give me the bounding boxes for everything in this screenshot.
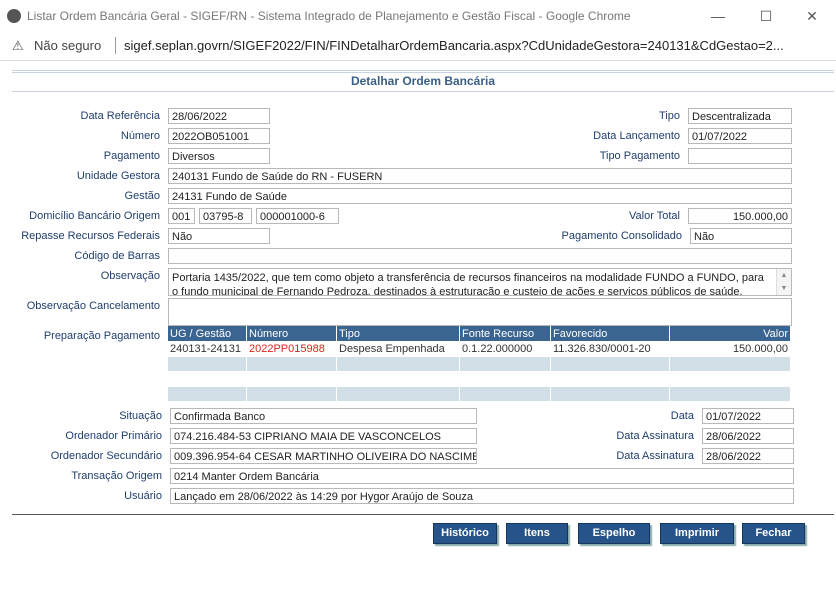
unidade-gestora-label: Unidade Gestora: [76, 170, 160, 182]
cell-ug: 240131-24131: [168, 341, 247, 357]
domicilio-conta-field[interactable]: 000001000-6: [256, 208, 339, 224]
data-assinatura-1-field[interactable]: 28/06/2022: [702, 428, 794, 444]
cell-numero-link[interactable]: 2022PP015988: [246, 341, 337, 357]
pagamento-label: Pagamento: [103, 150, 160, 162]
fechar-button[interactable]: Fechar: [742, 523, 805, 544]
situacao-field[interactable]: Confirmada Banco: [170, 408, 477, 424]
cell-tipo: Despesa Empenhada: [336, 341, 460, 357]
address-divider: [115, 37, 116, 54]
url-text[interactable]: sigef.seplan.govrn/SIGEF2022/FIN/FINDeta…: [124, 38, 784, 53]
valor-total-field[interactable]: 150.000,00: [688, 208, 792, 224]
observacao-scrollbar[interactable]: ▲ ▼: [776, 269, 791, 295]
data-assinatura-2-label: Data Assinatura: [616, 450, 694, 462]
espelho-button[interactable]: Espelho: [578, 523, 650, 544]
grid-header-numero[interactable]: Número: [246, 326, 337, 341]
ordenador-primario-field[interactable]: 074.216.484-53 CIPRIANO MAIA DE VASCONCE…: [170, 428, 477, 444]
numero-field[interactable]: 2022OB051001: [168, 128, 270, 144]
grid-header-tipo[interactable]: Tipo: [336, 326, 460, 341]
data-label: Data: [670, 410, 694, 422]
data-field[interactable]: 01/07/2022: [702, 408, 794, 424]
unidade-gestora-field[interactable]: 240131 Fundo de Saúde do RN - FUSERN: [168, 168, 792, 184]
maximize-button[interactable]: ☐: [755, 6, 777, 26]
cell-fonte: 0.1.22.000000: [459, 341, 551, 357]
repasse-label: Repasse Recursos Federais: [21, 230, 160, 242]
table-row-empty: [168, 357, 791, 371]
transacao-field[interactable]: 0214 Manter Ordem Bancária: [170, 468, 794, 484]
grid-header-favorecido[interactable]: Favorecido: [550, 326, 670, 341]
grid-header-fonte[interactable]: Fonte Recurso: [459, 326, 551, 341]
header-rule-bottom: [12, 91, 834, 92]
app-icon: [7, 9, 21, 23]
observacao-cancelamento-textarea[interactable]: [168, 298, 792, 326]
observacao-cancelamento-label: Observação Cancelamento: [26, 300, 160, 312]
tipo-field[interactable]: Descentralizada: [688, 108, 792, 124]
grid-header-row: UG / Gestão Número Tipo Fonte Recurso Fa…: [168, 326, 791, 341]
gestao-label: Gestão: [124, 190, 160, 202]
page-title: Detalhar Ordem Bancária: [350, 74, 496, 88]
imprimir-button[interactable]: Imprimir: [660, 523, 734, 544]
codigo-barras-label: Código de Barras: [74, 250, 160, 262]
observacao-text: Portaria 1435/2022, que tem como objeto …: [172, 272, 764, 296]
usuario-field[interactable]: Lançado em 28/06/2022 às 14:29 por Hygor…: [170, 488, 794, 504]
observacao-textarea[interactable]: Portaria 1435/2022, que tem como objeto …: [168, 268, 792, 296]
ordenador-secundario-label: Ordenador Secundário: [50, 450, 162, 462]
itens-button[interactable]: Itens: [506, 523, 568, 544]
pagamento-consolidado-label: Pagamento Consolidado: [561, 230, 682, 242]
domicilio-agencia-field[interactable]: 03795-8: [199, 208, 252, 224]
table-row-spacer: [168, 371, 791, 387]
preparacao-grid: UG / Gestão Número Tipo Fonte Recurso Fa…: [168, 326, 791, 401]
observacao-label: Observação: [100, 270, 160, 282]
address-bar: ⚠ Não seguro sigef.seplan.govrn/SIGEF202…: [0, 32, 836, 61]
preparacao-label: Preparação Pagamento: [43, 330, 160, 342]
minimize-button[interactable]: —: [707, 6, 729, 26]
gestao-field[interactable]: 24131 Fundo de Saúde: [168, 188, 792, 204]
table-row[interactable]: 240131-24131 2022PP015988 Despesa Empenh…: [168, 341, 791, 357]
numero-label: Número: [120, 130, 160, 142]
usuario-label: Usuário: [124, 490, 162, 502]
tipo-pagamento-field[interactable]: [688, 148, 792, 164]
security-label[interactable]: Não seguro: [34, 38, 101, 53]
pagamento-field[interactable]: Diversos: [168, 148, 270, 164]
cell-favorecido: 11.326.830/0001-20: [550, 341, 670, 357]
tipo-pagamento-label: Tipo Pagamento: [599, 150, 680, 162]
data-lancamento-field[interactable]: 01/07/2022: [688, 128, 792, 144]
ordenador-primario-label: Ordenador Primário: [65, 430, 162, 442]
codigo-barras-field[interactable]: [168, 248, 792, 264]
grid-header-valor[interactable]: Valor: [669, 326, 791, 341]
domicilio-banco-field[interactable]: 001: [168, 208, 195, 224]
header-rule-top-2: [12, 72, 834, 73]
historico-button[interactable]: Histórico: [433, 523, 497, 544]
pagamento-consolidado-field[interactable]: Não: [690, 228, 792, 244]
ordenador-secundario-field[interactable]: 009.396.954-64 CESAR MARTINHO OLIVEIRA D…: [170, 448, 477, 464]
window-title: Listar Ordem Bancária Geral - SIGEF/RN -…: [27, 9, 631, 23]
situacao-label: Situação: [119, 410, 162, 422]
tipo-label: Tipo: [659, 110, 680, 122]
table-row-empty: [168, 387, 791, 401]
domicilio-label: Domicílio Bancário Origem: [29, 210, 160, 222]
window-titlebar: Listar Ordem Bancária Geral - SIGEF/RN -…: [0, 0, 836, 32]
header-rule-top: [12, 70, 834, 71]
data-lancamento-label: Data Lançamento: [593, 130, 680, 142]
data-referencia-label: Data Referência: [80, 110, 161, 122]
valor-total-label: Valor Total: [629, 210, 680, 222]
data-assinatura-1-label: Data Assinatura: [616, 430, 694, 442]
warning-icon[interactable]: ⚠: [12, 38, 24, 54]
data-referencia-field[interactable]: 28/06/2022: [168, 108, 270, 124]
grid-header-ug[interactable]: UG / Gestão: [168, 326, 247, 341]
repasse-field[interactable]: Não: [168, 228, 270, 244]
footer-divider: [12, 514, 834, 515]
data-assinatura-2-field[interactable]: 28/06/2022: [702, 448, 794, 464]
cell-valor: 150.000,00: [669, 341, 791, 357]
close-window-button[interactable]: ✕: [801, 6, 823, 26]
transacao-label: Transação Origem: [71, 470, 162, 482]
